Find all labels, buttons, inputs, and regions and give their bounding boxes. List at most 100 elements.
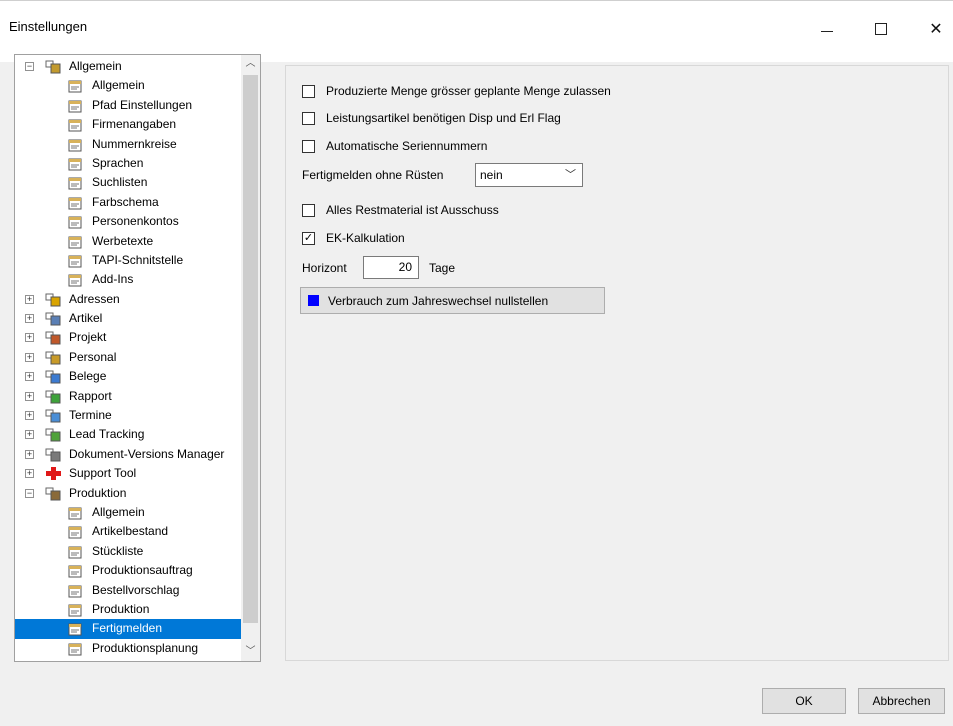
settings-page-icon [67, 583, 83, 598]
tree-node[interactable]: Sprachen [15, 154, 243, 173]
leistungsartikel-checkbox[interactable] [302, 111, 315, 125]
expand-icon[interactable]: + [25, 411, 34, 421]
ok-button[interactable]: OK [762, 688, 846, 714]
tree-node-label: Termine [69, 408, 112, 423]
ek-kalkulation-checkbox[interactable]: ✓ [302, 231, 315, 245]
expand-icon[interactable]: + [25, 372, 34, 382]
maximize-icon [875, 23, 887, 35]
settings-page-icon [67, 253, 83, 268]
tree-node[interactable]: Farbschema [15, 193, 243, 212]
expand-icon[interactable]: + [25, 333, 34, 343]
expand-icon[interactable]: + [25, 469, 34, 479]
tree-node[interactable]: Produktionsplanung [15, 639, 243, 658]
settings-page-icon [67, 524, 83, 539]
expand-icon[interactable]: + [25, 314, 34, 324]
tree-node[interactable]: + Artikel [15, 309, 243, 328]
tree-node-label: Produktion [92, 601, 150, 616]
tree-node-label: Firmenangaben [92, 117, 177, 132]
color-swatch [308, 295, 319, 306]
chevron-down-icon: ﹀ [565, 169, 576, 181]
tree-node[interactable]: Stückliste [15, 542, 243, 561]
settings-page-icon [67, 544, 83, 559]
expand-icon[interactable]: + [25, 430, 34, 440]
collapse-icon[interactable]: − [25, 488, 34, 498]
cancel-button[interactable]: Abbrechen [858, 688, 945, 714]
scroll-up-icon[interactable]: ︿ [241, 55, 260, 73]
settings-page-icon [67, 563, 83, 578]
tree-node[interactable]: − Allgemein [15, 57, 243, 76]
tree-node[interactable]: Artikelbestand [15, 522, 243, 541]
select-value: nein [480, 168, 503, 182]
tree-list: − Allgemein Allgemein Pfad Einstellungen Fir… [15, 57, 243, 661]
tree-node-label: Artikelbestand [92, 524, 169, 539]
tree-node[interactable]: Produktionsauftrag [15, 561, 243, 580]
scrollbar-thumb[interactable] [243, 75, 258, 623]
tree-node-label: Stückliste [92, 543, 144, 558]
tree-node-clipped [15, 658, 243, 661]
tree-node[interactable]: Allgemein [15, 503, 243, 522]
tree-node-label: Pfad Einstellungen [92, 97, 193, 112]
expand-icon[interactable]: + [25, 294, 34, 304]
tree-node-label: Suchlisten [92, 175, 148, 190]
tree-node[interactable]: Produktion [15, 600, 243, 619]
verbrauch-nullstellen-button[interactable]: Verbrauch zum Jahreswechsel nullstellen [300, 287, 605, 314]
tree-node[interactable]: + Adressen [15, 290, 243, 309]
tree-node-label: Allgemein [92, 78, 145, 93]
lead-tracking-icon [45, 427, 61, 442]
tree-node-label: Lead Tracking [69, 427, 145, 442]
project-icon [45, 330, 61, 345]
produzierte-menge-option[interactable]: Produzierte Menge grösser geplante Menge… [302, 83, 611, 99]
restmaterial-option[interactable]: Alles Restmaterial ist Ausschuss [302, 202, 499, 218]
horizont-input[interactable]: 20 [363, 256, 419, 279]
tree-node[interactable]: Personenkontos [15, 212, 243, 231]
restmaterial-checkbox[interactable] [302, 203, 315, 217]
verbrauch-nullstellen-label: Verbrauch zum Jahreswechsel nullstellen [328, 293, 549, 308]
tree-node[interactable]: Firmenangaben [15, 115, 243, 134]
tree-node-label: Fertigmelden [92, 621, 163, 636]
collapse-icon[interactable]: − [25, 62, 34, 71]
settings-page-icon [67, 98, 83, 113]
tree-node[interactable]: Add-Ins [15, 270, 243, 289]
expand-icon[interactable]: + [25, 352, 34, 362]
leistungsartikel-option[interactable]: Leistungsartikel benötigen Disp und Erl … [302, 110, 561, 126]
tree-node[interactable]: + Rapport [15, 387, 243, 406]
produzierte-menge-checkbox[interactable] [302, 84, 315, 98]
minimize-button[interactable] [804, 9, 850, 49]
tree-node-label: Personenkontos [92, 214, 179, 229]
expand-icon[interactable]: + [25, 449, 34, 459]
tree-node[interactable]: Bestellvorschlag [15, 581, 243, 600]
tree-node[interactable]: Pfad Einstellungen [15, 96, 243, 115]
horizont-label: Horizont [302, 261, 347, 275]
tree-node[interactable]: Nummernkreise [15, 135, 243, 154]
tree-node[interactable]: TAPI-Schnitstelle [15, 251, 243, 270]
ek-kalkulation-label: EK-Kalkulation [326, 231, 405, 245]
ek-kalkulation-option[interactable]: ✓ EK-Kalkulation [302, 230, 405, 246]
settings-page-icon [67, 505, 83, 520]
tree-node[interactable]: + Termine [15, 406, 243, 425]
tree-node[interactable]: Fertigmelden [15, 619, 243, 639]
tree-node-label: Nummernkreise [92, 136, 177, 151]
close-button[interactable]: ✕ [913, 9, 953, 49]
tree-node[interactable]: + Lead Tracking [15, 425, 243, 444]
tree-node[interactable]: Allgemein [15, 76, 243, 95]
tree-node[interactable]: − Produktion [15, 484, 243, 503]
maximize-button[interactable] [858, 9, 904, 49]
tree-node[interactable]: + Belege [15, 367, 243, 386]
tree-node-label: Dokument-Versions Manager [69, 446, 225, 461]
fertigmelden-ohne-ruesten-select[interactable]: nein ﹀ [475, 163, 583, 187]
expand-icon[interactable]: + [25, 391, 34, 401]
seriennummern-checkbox[interactable] [302, 139, 315, 153]
document-version-icon [45, 447, 61, 462]
scroll-down-icon[interactable]: ﹀ [241, 643, 260, 661]
leistungsartikel-label: Leistungsartikel benötigen Disp und Erl … [326, 111, 561, 125]
tree-node[interactable]: + Support Tool [15, 464, 243, 483]
seriennummern-option[interactable]: Automatische Seriennummern [302, 138, 487, 154]
tree-node[interactable]: + Dokument-Versions Manager [15, 445, 243, 464]
settings-tree[interactable]: − Allgemein Allgemein Pfad Einstellungen Fir… [14, 54, 261, 662]
tree-node[interactable]: Werbetexte [15, 232, 243, 251]
tree-node[interactable]: + Personal [15, 348, 243, 367]
close-icon: ✕ [929, 21, 943, 38]
tree-scrollbar[interactable]: ︿ ﹀ [241, 55, 260, 661]
tree-node[interactable]: + Projekt [15, 328, 243, 347]
tree-node[interactable]: Suchlisten [15, 173, 243, 192]
